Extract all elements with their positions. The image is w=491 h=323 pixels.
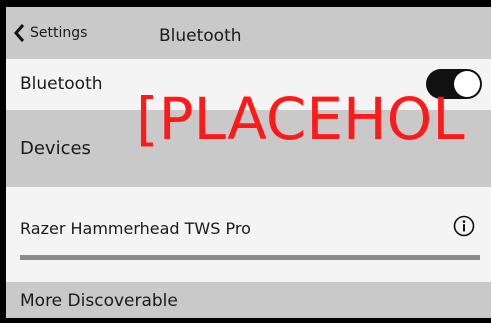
info-icon[interactable]: [453, 215, 475, 241]
device-list: Razer Hammerhead TWS Pro: [6, 187, 491, 282]
back-button-label: Settings: [30, 25, 88, 41]
device-name[interactable]: Razer Hammerhead TWS Pro: [20, 219, 251, 238]
placeholder-overlay-text: [PLACEHOL: [136, 85, 465, 153]
navigation-bar: Settings Bluetooth: [6, 7, 491, 59]
more-discoverable-label: More Discoverable: [20, 291, 178, 311]
device-frame-bottom: [0, 318, 491, 323]
bluetooth-row-label: Bluetooth: [20, 74, 103, 94]
device-divider: [20, 255, 480, 260]
more-discoverable-row[interactable]: More Discoverable: [6, 282, 491, 318]
page-title: Bluetooth: [159, 26, 242, 46]
devices-section-label: Devices: [20, 138, 91, 159]
device-frame-top: [0, 0, 491, 7]
chevron-left-icon: [14, 24, 25, 42]
bluetooth-settings-screen: Settings Bluetooth Bluetooth Devices Raz…: [0, 0, 491, 323]
back-button[interactable]: Settings: [14, 21, 87, 45]
